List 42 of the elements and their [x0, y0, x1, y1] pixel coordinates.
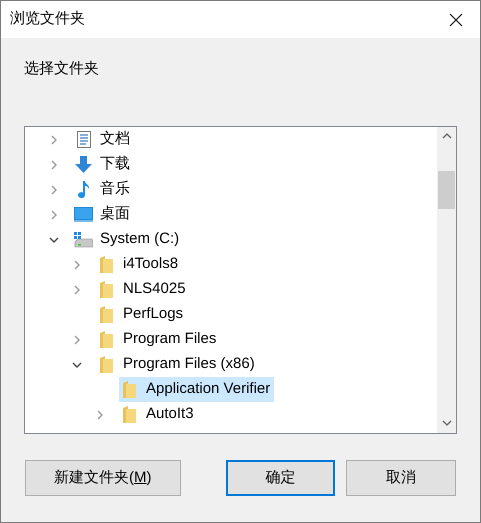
tree-item[interactable]: 音乐 — [73, 177, 134, 202]
tree-item[interactable]: 桌面 — [73, 202, 134, 227]
music-note-icon — [78, 180, 90, 198]
drive-icon — [74, 232, 93, 248]
tree-item[interactable]: Application Verifier — [119, 377, 274, 402]
close-icon — [449, 12, 463, 26]
collapse-chevron-icon[interactable] — [49, 234, 59, 244]
tree-item[interactable]: AutoIt3 — [119, 402, 198, 427]
folder-icon — [123, 381, 136, 398]
folder-icon — [123, 406, 136, 423]
expand-chevron-icon[interactable] — [49, 210, 59, 220]
collapse-chevron-icon[interactable] — [72, 360, 82, 370]
down-arrow-icon — [75, 156, 92, 173]
expand-chevron-icon[interactable] — [49, 160, 59, 170]
expand-chevron-icon[interactable] — [49, 184, 59, 194]
folder-icon — [100, 281, 113, 298]
folder-icon — [100, 256, 113, 273]
ok-button[interactable]: 确定 — [226, 460, 336, 496]
monitor-icon — [74, 207, 93, 222]
cancel-button[interactable]: 取消 — [346, 460, 456, 496]
expand-chevron-icon[interactable] — [49, 134, 59, 144]
tree-item[interactable]: PerfLogs — [96, 302, 188, 327]
document-icon — [76, 131, 90, 148]
tree-item[interactable]: System (C:) — [73, 227, 184, 252]
expand-chevron-icon[interactable] — [72, 260, 82, 270]
folder-icon — [100, 306, 113, 323]
folder-icon — [100, 331, 113, 348]
expand-chevron-icon[interactable] — [72, 334, 82, 344]
tree-item[interactable]: i4Tools8 — [96, 252, 182, 277]
expand-chevron-icon[interactable] — [95, 410, 105, 420]
tree-item[interactable]: Program Files (x86) — [96, 352, 259, 377]
prompt-label: 选择文件夹 — [24, 60, 99, 77]
window-title: 浏览文件夹 — [10, 9, 85, 30]
scroll-thumb[interactable] — [438, 171, 455, 209]
new-folder-button[interactable]: 新建文件夹(M) — [25, 460, 181, 496]
tree-item[interactable]: NLS4025 — [96, 277, 190, 302]
tree-item[interactable]: Program Files — [96, 327, 220, 352]
scrollbar[interactable] — [437, 127, 456, 433]
tree-item[interactable]: 下载 — [73, 152, 134, 177]
tree-item[interactable]: 文档 — [73, 127, 134, 152]
expand-chevron-icon[interactable] — [72, 284, 82, 294]
folder-icon — [100, 356, 113, 373]
